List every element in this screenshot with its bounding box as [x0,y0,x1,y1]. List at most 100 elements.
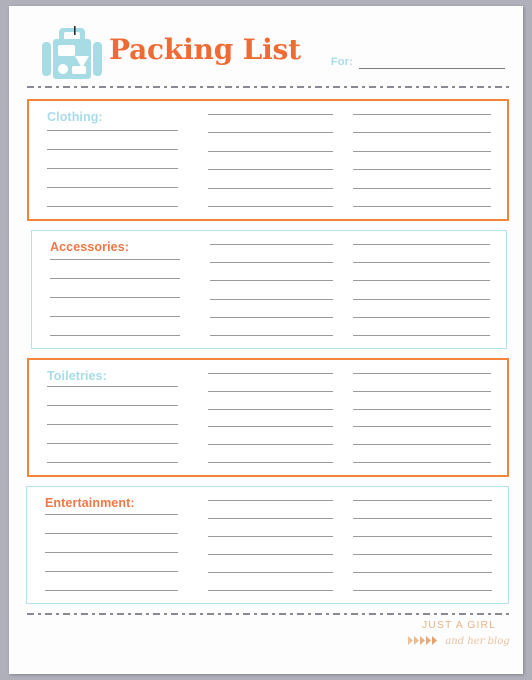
write-line[interactable] [352,169,491,171]
write-line[interactable] [352,461,491,463]
write-line[interactable] [47,130,179,131]
write-line[interactable] [45,533,178,534]
printable-page: Packing List For: Clothing: Accessories:… [9,6,523,674]
write-line[interactable] [47,386,179,387]
write-line[interactable] [352,280,490,282]
write-line[interactable] [352,426,491,428]
column-3 [352,369,497,465]
column-2 [207,496,353,593]
write-line[interactable] [352,298,490,300]
write-line[interactable] [47,168,179,169]
write-line[interactable] [47,149,179,150]
write-line[interactable] [208,461,333,463]
column-3 [352,240,496,338]
section-label-entertainment: Entertainment: [45,496,135,510]
column-2 [208,110,352,209]
write-line[interactable] [209,262,333,264]
write-line[interactable] [47,424,179,425]
write-line[interactable] [208,150,333,152]
brand-name: JUST A GIRL [421,619,497,631]
write-line[interactable] [45,590,178,591]
write-line[interactable] [207,590,333,591]
write-line[interactable] [47,443,179,444]
write-line[interactable] [352,205,491,207]
write-line[interactable] [352,500,492,501]
write-line[interactable] [47,405,179,406]
write-line[interactable] [208,373,333,374]
write-line[interactable] [352,316,490,318]
write-line[interactable] [50,259,180,260]
write-line[interactable] [352,572,492,573]
write-line[interactable] [207,518,333,519]
page-header: Packing List For: [27,18,509,86]
write-line[interactable] [50,316,180,317]
write-line[interactable] [352,518,492,519]
write-line[interactable] [208,169,333,171]
write-line[interactable] [209,334,333,336]
write-line[interactable] [207,536,333,537]
write-line[interactable] [50,278,180,279]
line-grid [39,110,497,209]
write-line[interactable] [209,244,333,245]
write-line[interactable] [352,334,490,336]
brand-logo: JUST A GIRL and her blog [408,619,510,650]
write-line[interactable] [47,206,179,207]
write-line[interactable] [352,373,491,374]
write-line[interactable] [208,426,333,428]
write-line[interactable] [352,187,491,189]
chevron-arrows-icon [408,632,442,650]
write-line[interactable] [208,390,333,392]
write-line[interactable] [352,390,491,392]
write-line[interactable] [209,280,333,282]
write-line[interactable] [209,298,333,300]
brand-tagline-row: and her blog [408,632,510,650]
header-divider [27,86,509,88]
line-grid [39,369,497,465]
write-line[interactable] [208,132,333,134]
column-1 [37,496,208,593]
column-2 [208,369,352,465]
write-line[interactable] [47,462,179,463]
write-line[interactable] [207,500,333,501]
write-line[interactable] [207,554,333,555]
write-line[interactable] [352,408,491,410]
write-line[interactable] [209,316,333,318]
write-line[interactable] [45,552,178,553]
page-title: Packing List [109,33,301,66]
write-line[interactable] [208,187,333,189]
brand-tagline: and her blog [445,635,510,647]
write-line[interactable] [45,514,178,515]
section-accessories: Accessories: [31,230,507,349]
section-entertainment: Entertainment: [26,486,509,604]
line-grid [42,240,496,338]
for-label: For: [330,56,353,68]
section-label-accessories: Accessories: [50,240,130,254]
section-clothing: Clothing: [27,99,509,221]
write-line[interactable] [47,187,179,188]
column-3 [352,496,498,593]
column-1 [42,240,210,338]
write-line[interactable] [50,297,180,298]
page-footer: JUST A GIRL and her blog [27,615,510,659]
section-label-toiletries: Toiletries: [47,369,107,383]
write-line[interactable] [352,444,491,446]
suitcase-icon [41,24,103,80]
write-line[interactable] [352,590,492,591]
write-line[interactable] [352,132,491,134]
write-line[interactable] [208,444,333,446]
for-input-line[interactable] [359,68,505,69]
for-field[interactable]: For: [331,56,505,69]
column-1 [39,110,208,209]
write-line[interactable] [352,262,490,264]
write-line[interactable] [352,536,492,537]
write-line[interactable] [208,408,333,410]
write-line[interactable] [207,572,333,573]
write-line[interactable] [352,244,490,245]
write-line[interactable] [50,335,180,336]
write-line[interactable] [208,205,333,207]
write-line[interactable] [45,571,178,572]
write-line[interactable] [352,554,492,555]
write-line[interactable] [352,114,491,115]
write-line[interactable] [208,114,333,115]
write-line[interactable] [352,150,491,152]
